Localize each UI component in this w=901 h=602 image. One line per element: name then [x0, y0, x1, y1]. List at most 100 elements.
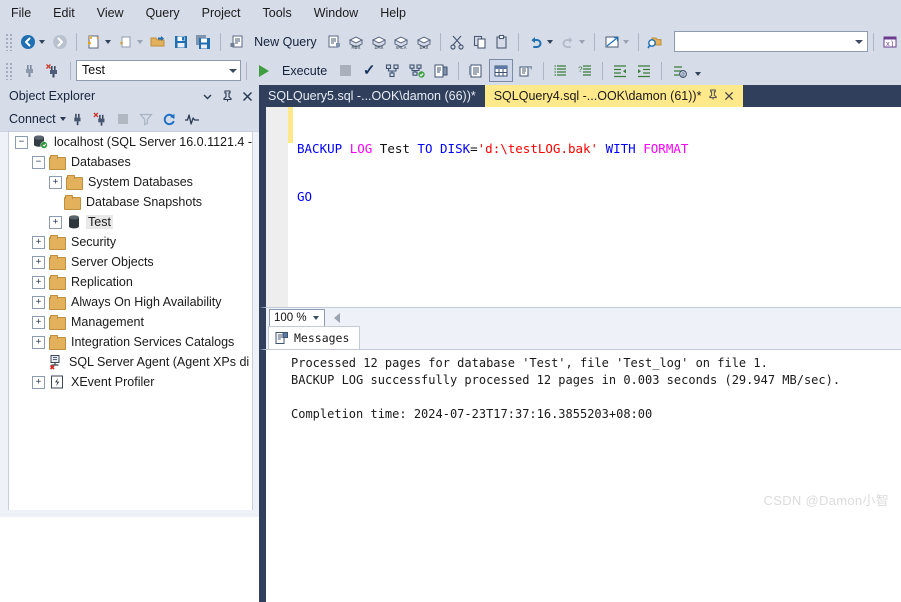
new-project-icon[interactable] [83, 31, 103, 52]
undo-dropdown-icon[interactable] [546, 39, 553, 44]
sql-editor[interactable]: BACKUP LOG Test TO DISK='d:\testLOG.bak'… [259, 107, 901, 307]
decrease-indent-icon[interactable] [609, 60, 631, 81]
scroll-left-icon[interactable] [333, 312, 340, 323]
menu-item-tools[interactable]: Tools [252, 3, 303, 24]
messages-pane[interactable]: Processed 12 pages for database 'Test', … [259, 349, 901, 602]
parse-icon[interactable]: ✓ [358, 60, 380, 81]
expand-icon[interactable]: + [32, 335, 45, 349]
tree-node[interactable]: − localhost (SQL Server 16.0.1121.4 - [9, 132, 252, 152]
new-mdx-query-icon[interactable]: MDX [346, 31, 366, 52]
include-client-statistics-icon[interactable] [430, 60, 452, 81]
toolbar-grip[interactable] [5, 32, 14, 51]
disconnect-plug-icon[interactable] [89, 109, 112, 129]
object-explorer-tree[interactable]: − localhost (SQL Server 16.0.1121.4 - − Dat… [8, 131, 253, 510]
uncomment-icon[interactable]: ? [574, 60, 596, 81]
results-to-text-icon[interactable] [465, 60, 487, 81]
collapse-icon[interactable]: − [15, 135, 28, 149]
menu-item-help[interactable]: Help [369, 3, 417, 24]
refresh-icon[interactable] [158, 109, 181, 129]
redo-dropdown-icon[interactable] [579, 39, 586, 44]
editor-code[interactable]: BACKUP LOG Test TO DISK='d:\testLOG.bak'… [297, 109, 688, 237]
quick-search-dropdown-icon[interactable] [852, 33, 867, 50]
tree-node[interactable]: + Always On High Availability [9, 292, 252, 312]
specify-values-icon[interactable]: @ [668, 60, 690, 81]
new-xmla-query-icon[interactable]: XMLA [391, 31, 411, 52]
tree-node[interactable]: + System Databases [9, 172, 252, 192]
toolbar-overflow-icon[interactable] [695, 71, 702, 76]
find-in-files-icon[interactable] [645, 31, 665, 52]
expand-icon[interactable]: + [32, 235, 45, 249]
database-selector-dropdown-icon[interactable] [225, 62, 240, 79]
expand-icon[interactable]: + [32, 315, 45, 329]
save-icon[interactable] [171, 31, 191, 52]
tree-node[interactable]: + Management [9, 312, 252, 332]
undo-icon[interactable] [525, 31, 545, 52]
new-project-dropdown-icon[interactable] [104, 39, 111, 44]
connect-plug-icon[interactable] [18, 60, 40, 81]
pin-icon[interactable] [219, 87, 236, 105]
include-actual-plan-icon[interactable] [406, 60, 428, 81]
menu-item-project[interactable]: Project [191, 3, 252, 24]
tree-node[interactable]: + Replication [9, 272, 252, 292]
change-connection-icon[interactable] [42, 60, 64, 81]
activity-monitor-icon[interactable] [181, 109, 204, 129]
expand-icon[interactable]: + [49, 175, 62, 189]
toolbar-grip[interactable] [5, 61, 14, 80]
chevron-down-icon[interactable] [312, 315, 319, 320]
tree-node[interactable]: SQL Server Agent (Agent XPs di [9, 352, 252, 372]
tree-node[interactable]: + Security [9, 232, 252, 252]
results-to-file-icon[interactable] [515, 60, 537, 81]
increase-indent-icon[interactable] [633, 60, 655, 81]
new-query-button[interactable]: New Query [248, 35, 323, 49]
editor-zoom-selector[interactable]: 100 % [269, 308, 325, 327]
expand-icon[interactable]: + [32, 255, 45, 269]
open-file-icon[interactable] [148, 31, 168, 52]
new-dax-query-icon[interactable]: DAX [414, 31, 434, 52]
navigate-back-dropdown-icon[interactable] [38, 39, 45, 44]
tree-node[interactable]: + Test [9, 212, 252, 232]
display-estimated-plan-icon[interactable] [382, 60, 404, 81]
paste-icon[interactable] [492, 31, 512, 52]
expand-icon[interactable]: + [49, 215, 62, 229]
tree-node[interactable]: − Databases [9, 152, 252, 172]
results-tab-messages[interactable]: Messages [268, 326, 361, 349]
expand-icon[interactable]: + [32, 275, 45, 289]
expand-icon[interactable]: + [32, 375, 45, 389]
tree-node[interactable]: + Integration Services Catalogs [9, 332, 252, 352]
navigate-back-icon[interactable] [17, 31, 37, 52]
save-all-icon[interactable] [193, 31, 213, 52]
menu-item-file[interactable]: File [0, 3, 42, 24]
editor-tab-sqlquery4[interactable]: SQLQuery4.sql -...OOK\damon (61))* [484, 85, 744, 107]
editor-tab-sqlquery5[interactable]: SQLQuery5.sql -...OOK\damon (66))* [259, 85, 485, 107]
close-icon[interactable] [239, 87, 256, 105]
comment-icon[interactable] [550, 60, 572, 81]
tree-node[interactable]: + Server Objects [9, 252, 252, 272]
execute-icon[interactable] [253, 60, 275, 81]
chevron-down-icon[interactable] [199, 87, 216, 105]
cut-icon[interactable] [447, 31, 467, 52]
connect-button[interactable]: Connect [0, 112, 66, 126]
database-selector[interactable]: Test [76, 60, 241, 81]
navigate-to-icon[interactable] [601, 31, 621, 52]
new-dmx-query-icon[interactable]: DMX [369, 31, 389, 52]
pin-icon[interactable] [708, 89, 718, 103]
menu-item-view[interactable]: View [86, 3, 135, 24]
new-item-icon[interactable] [116, 31, 136, 52]
tree-node[interactable]: + XEvent Profiler [9, 372, 252, 392]
close-icon[interactable] [724, 89, 734, 104]
menu-item-edit[interactable]: Edit [42, 3, 86, 24]
window-layout-icon[interactable]: x) [879, 31, 899, 52]
new-analysis-query-icon[interactable] [324, 31, 344, 52]
new-query-icon[interactable] [227, 31, 247, 52]
expand-icon[interactable]: + [32, 295, 45, 309]
menu-item-query[interactable]: Query [135, 3, 191, 24]
connect-plug-icon[interactable] [66, 109, 89, 129]
collapse-icon[interactable]: − [32, 155, 45, 169]
execute-button[interactable]: Execute [276, 64, 333, 78]
menu-item-window[interactable]: Window [303, 3, 369, 24]
navigate-to-dropdown-icon[interactable] [622, 39, 629, 44]
new-item-dropdown-icon[interactable] [137, 39, 144, 44]
copy-icon[interactable] [470, 31, 490, 52]
results-to-grid-icon[interactable] [489, 59, 514, 82]
tree-node[interactable]: Database Snapshots [9, 192, 252, 212]
